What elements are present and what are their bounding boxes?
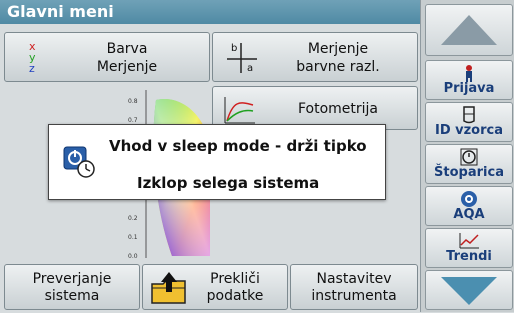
svg-text:b: b bbox=[231, 43, 237, 54]
color-measure-line1: Barva bbox=[106, 41, 148, 57]
tick-0-1: 0.1 bbox=[128, 234, 138, 241]
main-area: Glavni meni x y z Barva Merjenje b a Mer… bbox=[0, 0, 420, 312]
cuvette-icon bbox=[426, 106, 512, 124]
recall-data-line1: Prekliči bbox=[210, 271, 260, 287]
arrow-up-icon bbox=[441, 15, 497, 45]
recall-data-button[interactable]: Prekliči podatke bbox=[142, 264, 288, 310]
trends-label: Trendi bbox=[446, 249, 492, 264]
arrow-down-icon bbox=[441, 277, 497, 305]
instrument-settings-line1: Nastavitev bbox=[316, 271, 392, 287]
tick-0-7: 0.7 bbox=[128, 117, 138, 124]
power-timer-icon bbox=[63, 146, 95, 178]
system-check-button[interactable]: Preverjanje sistema bbox=[4, 264, 140, 310]
sample-id-label: ID vzorca bbox=[434, 123, 503, 138]
timer-label: Štoparica bbox=[434, 165, 504, 180]
svg-text:z: z bbox=[29, 62, 35, 75]
instrument-settings-line2: instrumenta bbox=[311, 288, 397, 304]
system-check-line1: Preverjanje bbox=[32, 271, 112, 287]
person-icon bbox=[426, 64, 512, 82]
dialog-message-line1: Vhod v sleep mode - drži tipko bbox=[109, 137, 367, 155]
svg-text:a: a bbox=[247, 63, 253, 74]
sleep-mode-dialog: Vhod v sleep mode - drži tipko Izklop se… bbox=[48, 124, 386, 200]
sidebar: Prijava ID vzorca Štoparica AQA Trendi bbox=[420, 0, 514, 312]
scroll-down-button[interactable] bbox=[425, 270, 513, 310]
trends-button[interactable]: Trendi bbox=[425, 228, 513, 268]
stopwatch-icon bbox=[426, 148, 512, 166]
login-label: Prijava bbox=[443, 81, 495, 96]
xyz-icon: x y z bbox=[29, 40, 36, 75]
sample-id-button[interactable]: ID vzorca bbox=[425, 102, 513, 142]
aqa-button[interactable]: AQA bbox=[425, 186, 513, 226]
dialog-message-line2: Izklop selega sistema bbox=[137, 174, 320, 192]
timer-button[interactable]: Štoparica bbox=[425, 144, 513, 184]
scroll-up-button[interactable] bbox=[425, 4, 513, 56]
tick-0-8: 0.8 bbox=[128, 98, 138, 105]
color-difference-tile[interactable]: b a Merjenje barvne razl. bbox=[212, 32, 418, 82]
aqa-label: AQA bbox=[453, 207, 485, 222]
login-button[interactable]: Prijava bbox=[425, 60, 513, 100]
color-difference-line1: Merjenje bbox=[307, 41, 369, 57]
photometry-curve-icon bbox=[224, 97, 255, 124]
color-measure-tile[interactable]: x y z Barva Merjenje bbox=[4, 32, 210, 82]
aqa-icon bbox=[426, 190, 512, 208]
page-title: Glavni meni bbox=[0, 0, 420, 24]
instrument-settings-button[interactable]: Nastavitev instrumenta bbox=[290, 264, 418, 310]
color-measure-line2: Merjenje bbox=[96, 59, 158, 75]
axes-icon: b a bbox=[227, 43, 257, 74]
color-difference-line2: barvne razl. bbox=[296, 59, 380, 75]
recall-data-line2: podatke bbox=[206, 288, 264, 304]
tick-0-2: 0.2 bbox=[128, 215, 138, 222]
photometry-label: Fotometrija bbox=[297, 101, 379, 117]
system-check-line2: sistema bbox=[44, 288, 100, 304]
tick-0-0: 0.0 bbox=[128, 253, 138, 260]
trend-chart-icon bbox=[426, 232, 512, 250]
